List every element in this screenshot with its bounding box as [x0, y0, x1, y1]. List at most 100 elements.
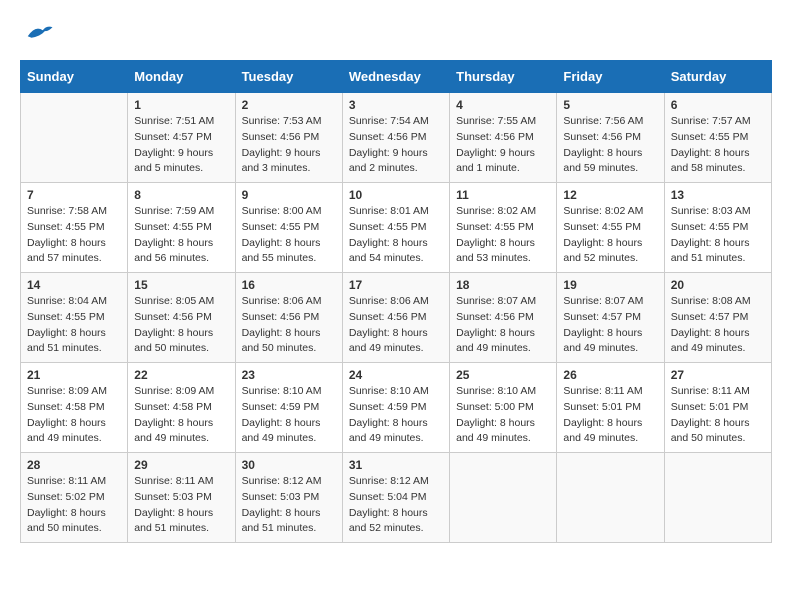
calendar-cell: 22 Sunrise: 8:09 AM Sunset: 4:58 PM Dayli…: [128, 363, 235, 453]
day-info: Sunrise: 8:07 AM Sunset: 4:56 PM Dayligh…: [456, 294, 550, 357]
calendar-cell: 7 Sunrise: 7:58 AM Sunset: 4:55 PM Daylig…: [21, 183, 128, 273]
day-number: 2: [242, 98, 336, 112]
day-number: 13: [671, 188, 765, 202]
calendar-cell: 15 Sunrise: 8:05 AM Sunset: 4:56 PM Dayli…: [128, 273, 235, 363]
day-info: Sunrise: 8:05 AM Sunset: 4:56 PM Dayligh…: [134, 294, 228, 357]
day-number: 21: [27, 368, 121, 382]
calendar-table: SundayMondayTuesdayWednesdayThursdayFrid…: [20, 60, 772, 543]
day-number: 10: [349, 188, 443, 202]
weekday-header-sunday: Sunday: [21, 61, 128, 93]
calendar-cell: 17 Sunrise: 8:06 AM Sunset: 4:56 PM Dayli…: [342, 273, 449, 363]
day-info: Sunrise: 8:09 AM Sunset: 4:58 PM Dayligh…: [134, 384, 228, 447]
calendar-cell: 29 Sunrise: 8:11 AM Sunset: 5:03 PM Dayli…: [128, 453, 235, 543]
calendar-cell: 26Sunrise: 8:11 AM Sunset: 5:01 PM Dayli…: [557, 363, 664, 453]
week-row-4: 21 Sunrise: 8:09 AM Sunset: 4:58 PM Dayli…: [21, 363, 772, 453]
weekday-header-monday: Monday: [128, 61, 235, 93]
calendar-cell: 18 Sunrise: 8:07 AM Sunset: 4:56 PM Dayli…: [450, 273, 557, 363]
calendar-cell: 23 Sunrise: 8:10 AM Sunset: 4:59 PM Dayli…: [235, 363, 342, 453]
day-info: Sunrise: 8:02 AM Sunset: 4:55 PM Dayligh…: [456, 204, 550, 267]
day-info: Sunrise: 8:12 AM Sunset: 5:03 PM Dayligh…: [242, 474, 336, 537]
day-number: 23: [242, 368, 336, 382]
day-info: Sunrise: 8:00 AM Sunset: 4:55 PM Dayligh…: [242, 204, 336, 267]
calendar-cell: 19 Sunrise: 8:07 AM Sunset: 4:57 PM Dayli…: [557, 273, 664, 363]
day-number: 24: [349, 368, 443, 382]
day-info: Sunrise: 8:02 AM Sunset: 4:55 PM Dayligh…: [563, 204, 657, 267]
day-info: Sunrise: 7:51 AM Sunset: 4:57 PM Dayligh…: [134, 114, 228, 177]
day-info: Sunrise: 8:10 AM Sunset: 4:59 PM Dayligh…: [349, 384, 443, 447]
calendar-cell: [557, 453, 664, 543]
day-info: Sunrise: 8:08 AM Sunset: 4:57 PM Dayligh…: [671, 294, 765, 357]
day-info: Sunrise: 7:55 AM Sunset: 4:56 PM Dayligh…: [456, 114, 550, 177]
calendar-cell: 20 Sunrise: 8:08 AM Sunset: 4:57 PM Dayli…: [664, 273, 771, 363]
day-number: 9: [242, 188, 336, 202]
calendar-cell: 14 Sunrise: 8:04 AM Sunset: 4:55 PM Dayli…: [21, 273, 128, 363]
calendar-cell: 28Sunrise: 8:11 AM Sunset: 5:02 PM Dayli…: [21, 453, 128, 543]
calendar-header: SundayMondayTuesdayWednesdayThursdayFrid…: [21, 61, 772, 93]
logo-bird-icon: [24, 20, 54, 45]
calendar-cell: [664, 453, 771, 543]
calendar-cell: 9 Sunrise: 8:00 AM Sunset: 4:55 PM Daylig…: [235, 183, 342, 273]
day-number: 17: [349, 278, 443, 292]
weekday-header-tuesday: Tuesday: [235, 61, 342, 93]
week-row-5: 28Sunrise: 8:11 AM Sunset: 5:02 PM Dayli…: [21, 453, 772, 543]
day-info: Sunrise: 8:12 AM Sunset: 5:04 PM Dayligh…: [349, 474, 443, 537]
calendar-cell: 8 Sunrise: 7:59 AM Sunset: 4:55 PM Daylig…: [128, 183, 235, 273]
day-number: 22: [134, 368, 228, 382]
day-info: Sunrise: 8:01 AM Sunset: 4:55 PM Dayligh…: [349, 204, 443, 267]
calendar-cell: 6 Sunrise: 7:57 AM Sunset: 4:55 PM Daylig…: [664, 93, 771, 183]
day-info: Sunrise: 8:11 AM Sunset: 5:03 PM Dayligh…: [134, 474, 228, 537]
day-info: Sunrise: 8:06 AM Sunset: 4:56 PM Dayligh…: [349, 294, 443, 357]
day-number: 15: [134, 278, 228, 292]
day-number: 26: [563, 368, 657, 382]
day-info: Sunrise: 8:11 AM Sunset: 5:02 PM Dayligh…: [27, 474, 121, 537]
week-row-3: 14 Sunrise: 8:04 AM Sunset: 4:55 PM Dayli…: [21, 273, 772, 363]
day-number: 3: [349, 98, 443, 112]
day-number: 6: [671, 98, 765, 112]
calendar-cell: 31Sunrise: 8:12 AM Sunset: 5:04 PM Dayli…: [342, 453, 449, 543]
day-number: 27: [671, 368, 765, 382]
day-number: 29: [134, 458, 228, 472]
calendar-cell: [450, 453, 557, 543]
day-number: 8: [134, 188, 228, 202]
weekday-header-saturday: Saturday: [664, 61, 771, 93]
day-number: 5: [563, 98, 657, 112]
day-info: Sunrise: 8:07 AM Sunset: 4:57 PM Dayligh…: [563, 294, 657, 357]
day-info: Sunrise: 7:57 AM Sunset: 4:55 PM Dayligh…: [671, 114, 765, 177]
calendar-cell: 25Sunrise: 8:10 AM Sunset: 5:00 PM Dayli…: [450, 363, 557, 453]
day-info: Sunrise: 7:58 AM Sunset: 4:55 PM Dayligh…: [27, 204, 121, 267]
day-number: 30: [242, 458, 336, 472]
day-info: Sunrise: 7:59 AM Sunset: 4:55 PM Dayligh…: [134, 204, 228, 267]
weekday-header-thursday: Thursday: [450, 61, 557, 93]
day-info: Sunrise: 8:04 AM Sunset: 4:55 PM Dayligh…: [27, 294, 121, 357]
logo: [20, 20, 54, 50]
calendar-cell: 4Sunrise: 7:55 AM Sunset: 4:56 PM Daylig…: [450, 93, 557, 183]
day-info: Sunrise: 8:10 AM Sunset: 5:00 PM Dayligh…: [456, 384, 550, 447]
page-header: [20, 20, 772, 50]
calendar-cell: 10 Sunrise: 8:01 AM Sunset: 4:55 PM Dayli…: [342, 183, 449, 273]
day-number: 18: [456, 278, 550, 292]
day-number: 11: [456, 188, 550, 202]
day-number: 19: [563, 278, 657, 292]
calendar-cell: 21 Sunrise: 8:09 AM Sunset: 4:58 PM Dayli…: [21, 363, 128, 453]
calendar-cell: 2 Sunrise: 7:53 AM Sunset: 4:56 PM Daylig…: [235, 93, 342, 183]
day-number: 7: [27, 188, 121, 202]
day-info: Sunrise: 8:10 AM Sunset: 4:59 PM Dayligh…: [242, 384, 336, 447]
day-info: Sunrise: 8:09 AM Sunset: 4:58 PM Dayligh…: [27, 384, 121, 447]
day-info: Sunrise: 7:56 AM Sunset: 4:56 PM Dayligh…: [563, 114, 657, 177]
weekday-header-wednesday: Wednesday: [342, 61, 449, 93]
weekday-header-friday: Friday: [557, 61, 664, 93]
calendar-cell: 27Sunrise: 8:11 AM Sunset: 5:01 PM Dayli…: [664, 363, 771, 453]
calendar-cell: 1Sunrise: 7:51 AM Sunset: 4:57 PM Daylig…: [128, 93, 235, 183]
calendar-cell: 5 Sunrise: 7:56 AM Sunset: 4:56 PM Daylig…: [557, 93, 664, 183]
calendar-cell: 30 Sunrise: 8:12 AM Sunset: 5:03 PM Dayli…: [235, 453, 342, 543]
calendar-body: 1Sunrise: 7:51 AM Sunset: 4:57 PM Daylig…: [21, 93, 772, 543]
calendar-cell: [21, 93, 128, 183]
weekday-header-row: SundayMondayTuesdayWednesdayThursdayFrid…: [21, 61, 772, 93]
day-number: 14: [27, 278, 121, 292]
day-number: 20: [671, 278, 765, 292]
day-number: 16: [242, 278, 336, 292]
day-info: Sunrise: 7:53 AM Sunset: 4:56 PM Dayligh…: [242, 114, 336, 177]
calendar-cell: 13Sunrise: 8:03 AM Sunset: 4:55 PM Dayli…: [664, 183, 771, 273]
day-info: Sunrise: 8:06 AM Sunset: 4:56 PM Dayligh…: [242, 294, 336, 357]
week-row-2: 7 Sunrise: 7:58 AM Sunset: 4:55 PM Daylig…: [21, 183, 772, 273]
